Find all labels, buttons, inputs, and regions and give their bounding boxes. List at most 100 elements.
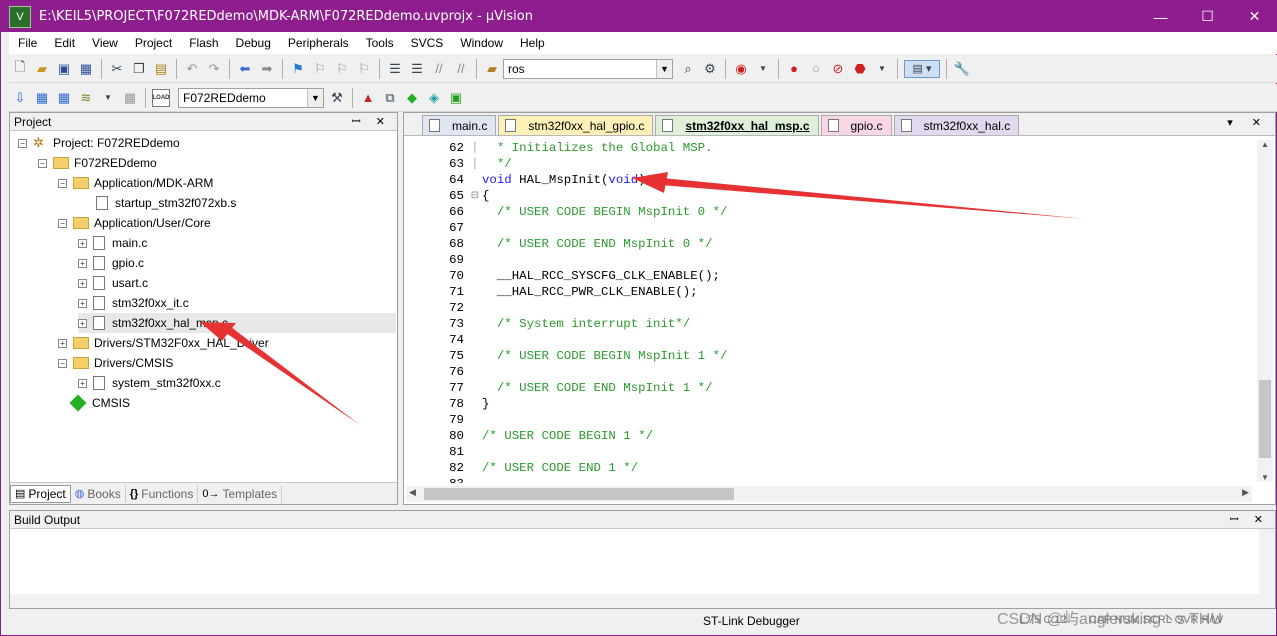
code-line[interactable]: 77 /* USER CODE END MspInit 1 */ [406,380,1252,396]
expand-icon[interactable]: + [58,338,67,348]
tree-node-group[interactable]: − Application/User/Core [58,213,211,233]
code-line[interactable]: 73 /* System interrupt init*/ [406,316,1252,332]
tree-node-file[interactable]: + main.c [78,233,147,253]
code-line[interactable]: 76 [406,364,1252,380]
tab-stm32f0xx-hal-msp-c[interactable]: stm32f0xx_hal_msp.c [655,115,819,135]
code-line[interactable]: 71 __HAL_RCC_PWR_CLK_ENABLE(); [406,284,1252,300]
expand-icon[interactable]: + [78,318,87,328]
tree-node-file[interactable]: + gpio.c [78,253,144,273]
collapse-icon[interactable]: − [18,138,27,148]
menu-help[interactable]: Help [511,36,553,50]
find-in-files-icon[interactable]: ▰ [483,60,501,78]
target-options-icon[interactable]: ⚒ [328,89,346,107]
dropdown-icon[interactable]: ▼ [99,89,117,107]
select-packs-icon[interactable]: ⧉ [381,89,399,107]
menu-peripherals[interactable]: Peripherals [279,36,357,50]
find-combo[interactable]: ros ▼ [503,58,673,79]
build-icon[interactable]: ▦ [33,89,51,107]
chevron-down-icon[interactable]: ▼ [307,88,323,107]
expand-icon[interactable]: + [78,238,87,248]
prev-bookmark-icon[interactable]: ⚐ [311,60,329,78]
expand-icon[interactable]: + [78,298,87,308]
vertical-scrollbar[interactable] [1259,529,1275,595]
scroll-thumb[interactable] [424,488,734,500]
menu-view[interactable]: View [83,36,126,50]
configure-icon[interactable]: 🔧 [953,60,971,78]
scroll-left-icon[interactable]: ◀ [409,487,416,498]
menu-svcs[interactable]: SVCS [402,36,452,50]
collapse-icon[interactable]: − [58,178,67,188]
scroll-down-icon[interactable]: ▼ [1257,473,1273,482]
dropdown-icon[interactable]: ▼ [873,60,891,78]
collapse-icon[interactable]: − [58,358,67,368]
comment-icon[interactable]: // [430,60,448,78]
indent-icon[interactable]: ☰ [386,60,404,78]
tree-node-file-selected[interactable]: + stm32f0xx_hal_msp.c [78,313,396,333]
copy-icon[interactable]: ❐ [130,60,148,78]
redo-icon[interactable]: ↷ [205,60,223,78]
menu-window[interactable]: Window [451,36,511,50]
dropdown-icon[interactable]: ▼ [754,60,772,78]
next-bookmark-icon[interactable]: ⚐ [333,60,351,78]
minimize-button[interactable]: — [1137,1,1184,32]
code-line[interactable]: 83 [406,476,1252,483]
scroll-up-icon[interactable]: ▲ [1257,140,1273,149]
tree-node-file[interactable]: + usart.c [78,273,148,293]
code-line[interactable]: 66 /* USER CODE BEGIN MspInit 0 */ [406,204,1252,220]
tab-main-c[interactable]: main.c [422,115,497,135]
code-line[interactable]: 72 [406,300,1252,316]
chevron-down-icon[interactable]: ▼ [656,59,672,78]
scroll-right-icon[interactable]: ▶ [1242,487,1249,498]
stop-build-icon[interactable]: ▦ [121,89,139,107]
menu-edit[interactable]: Edit [45,36,83,50]
rebuild-icon[interactable]: ▦ [55,89,73,107]
code-line[interactable]: 68 /* USER CODE END MspInit 0 */ [406,236,1252,252]
maximize-button[interactable]: ☐ [1184,1,1231,32]
tab-stm32f0xx-hal-c[interactable]: stm32f0xx_hal.c [893,115,1020,135]
translate-icon[interactable]: ⇩ [11,89,29,107]
batch-build-icon[interactable]: ≋ [77,89,95,107]
find-icon[interactable]: ⌕ [679,60,697,78]
navigate-forward-icon[interactable]: ➡ [258,60,276,78]
tree-node-component[interactable]: CMSIS [69,393,130,413]
menu-flash[interactable]: Flash [180,36,226,50]
manage-rte-icon[interactable]: ◆ [403,89,421,107]
tree-node-group[interactable]: + Drivers/STM32F0xx_HAL_Driver [58,333,269,353]
menu-file[interactable]: File [9,36,45,50]
tab-functions[interactable]: {} Functions [126,484,199,503]
window-layout-icon[interactable]: ▤ ▾ [904,59,940,78]
breakpoint-icon[interactable]: ● [785,60,803,78]
cut-icon[interactable]: ✂ [108,60,126,78]
tree-node-file[interactable]: + system_stm32f0xx.c [78,373,221,393]
code-area[interactable]: 62 │ * Initializes the Global MSP. 63 │ */6… [406,140,1252,483]
pack-installer-icon[interactable]: ◈ [425,89,443,107]
incremental-find-icon[interactable]: ⚙ [701,60,719,78]
panel-pin-close-icon[interactable]: ꟷ ✕ [352,114,391,129]
horizontal-scrollbar[interactable]: ◀ ▶ [406,486,1252,502]
tree-node-group[interactable]: − Drivers/CMSIS [58,353,173,373]
tab-books[interactable]: ◍ Books [71,484,126,503]
undo-icon[interactable]: ↶ [183,60,201,78]
code-line[interactable]: 70 __HAL_RCC_SYSCFG_CLK_ENABLE(); [406,268,1252,284]
save-all-icon[interactable]: ▦ [77,60,95,78]
code-line[interactable]: 69 [406,252,1252,268]
code-line[interactable]: 81 [406,444,1252,460]
open-folder-icon[interactable]: ▰ [33,60,51,78]
unindent-icon[interactable]: ☰ [408,60,426,78]
expand-icon[interactable]: + [78,258,87,268]
code-line[interactable]: 62 │ * Initializes the Global MSP. [406,140,1252,156]
debug-start-icon[interactable]: ◉ [732,60,750,78]
code-line[interactable]: 78} [406,396,1252,412]
vertical-scrollbar[interactable]: ▲ ▼ [1257,140,1273,482]
paste-icon[interactable]: ▤ [152,60,170,78]
disable-breakpoint-icon[interactable]: ○ [807,60,825,78]
packs-update-icon[interactable]: ▣ [447,89,465,107]
download-load-icon[interactable]: LOAD [152,88,170,107]
uncomment-icon[interactable]: // [452,60,470,78]
kill-all-breakpoints-icon[interactable]: ⬣ [851,60,869,78]
tree-node-project[interactable]: − ✲ Project: F072REDdemo [18,133,180,153]
manage-project-items-icon[interactable]: ▲ [359,89,377,107]
code-line[interactable]: 67 [406,220,1252,236]
target-combo[interactable]: F072REDdemo ▼ [178,87,324,108]
tree-node-file[interactable]: startup_stm32f072xb.s [96,193,236,213]
